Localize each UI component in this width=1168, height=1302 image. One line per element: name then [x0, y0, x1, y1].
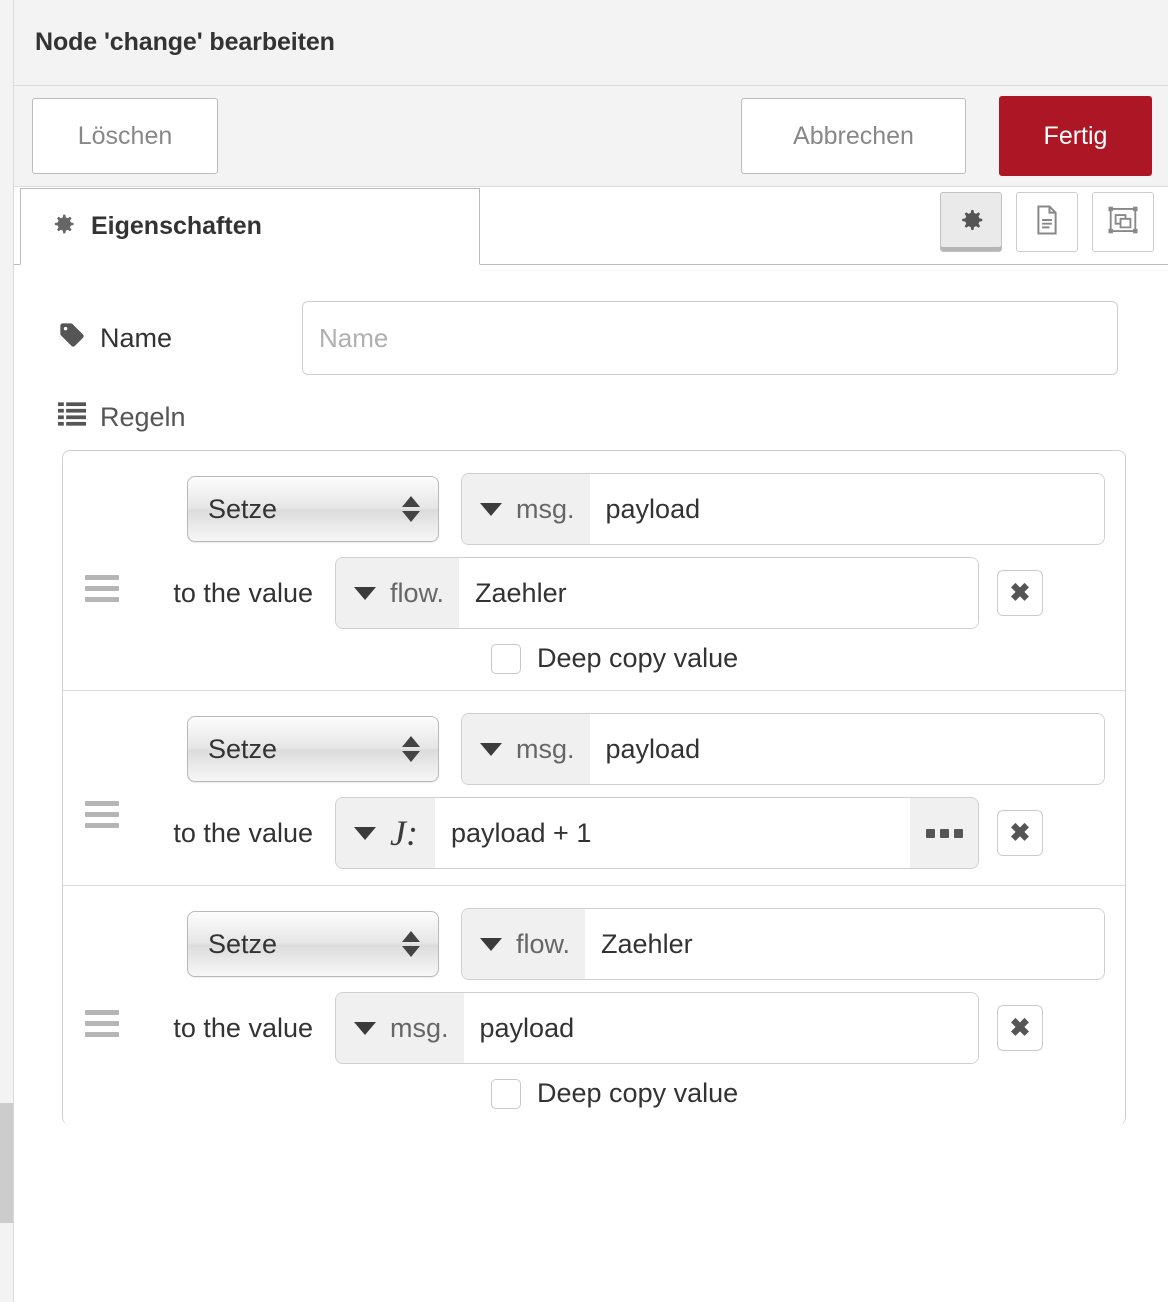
rule-delete-button[interactable]: ✖ [997, 570, 1043, 616]
tab-tool-buttons [940, 192, 1154, 252]
chevron-down-icon [480, 742, 502, 756]
rule-target-prefix: flow. [516, 928, 571, 959]
rule-target-field[interactable]: msg. payload [461, 473, 1105, 545]
stepper-arrows-icon [402, 736, 420, 762]
chevron-down-icon [480, 937, 502, 951]
outer-scrollbar-thumb[interactable] [0, 1103, 13, 1223]
rule-target-type-dropdown[interactable]: msg. [462, 714, 590, 784]
chevron-down-icon [354, 586, 376, 600]
chevron-down-icon [354, 1021, 376, 1035]
deep-copy-label[interactable]: Deep copy value [537, 1078, 738, 1109]
jsonata-icon: J: [390, 813, 418, 853]
appearance-tool-button[interactable] [1092, 192, 1154, 252]
rule-operation-value: Setze [208, 493, 278, 524]
rules-section-label: Regeln [100, 402, 186, 432]
rule-source-value[interactable]: payload [463, 993, 978, 1063]
cancel-button[interactable]: Abbrechen [741, 98, 966, 174]
rule-deep-copy-row: Deep copy value [63, 643, 1125, 674]
appearance-icon [1107, 205, 1139, 240]
deep-copy-checkbox[interactable] [491, 643, 521, 674]
rule-target-prefix: msg. [516, 733, 575, 764]
deep-copy-checkbox[interactable] [491, 1078, 521, 1109]
rule-source-prefix: flow. [390, 577, 445, 608]
done-button[interactable]: Fertig [999, 96, 1152, 176]
outer-scrollbar-track[interactable] [0, 0, 13, 1302]
chevron-down-icon [480, 502, 502, 516]
tab-label: Eigenschaften [91, 212, 262, 240]
rule-delete-button[interactable]: ✖ [997, 810, 1043, 856]
rule-deep-copy-row: Deep copy value [63, 1078, 1125, 1109]
rule-operation-line: Setze msg. payload [63, 473, 1125, 545]
name-input[interactable] [302, 301, 1118, 375]
rule-target-type-dropdown[interactable]: msg. [462, 474, 590, 544]
name-label: Name [100, 322, 173, 353]
gear-icon [956, 205, 986, 240]
rule-row: Setze msg. payload to t [63, 451, 1125, 691]
rule-source-value[interactable]: payload + 1 [434, 798, 910, 868]
rule-target-value[interactable]: payload [589, 474, 1104, 544]
rule-source-field[interactable]: J: payload + 1 [335, 797, 979, 869]
dialog-titlebar: Node 'change' bearbeiten [14, 0, 1168, 86]
tab-properties[interactable]: Eigenschaften [20, 188, 480, 265]
rule-operation-select[interactable]: Setze [187, 911, 439, 977]
dialog-button-bar: Löschen Abbrechen Fertig [14, 86, 1168, 187]
rule-value-line: to the value J: payload + 1 ✖ [63, 797, 1125, 869]
rule-operation-select[interactable]: Setze [187, 716, 439, 782]
rule-delete-button[interactable]: ✖ [997, 1005, 1043, 1051]
chevron-down-icon [354, 826, 376, 840]
properties-tool-button[interactable] [940, 192, 1002, 252]
rule-value-line: to the value flow. Zaehler ✖ [63, 557, 1125, 629]
rule-operation-value: Setze [208, 733, 278, 764]
rule-row: Setze msg. payload to t [63, 691, 1125, 886]
rule-source-prefix: msg. [390, 1012, 449, 1043]
name-label-group: Name [58, 321, 302, 356]
rule-value-line: to the value msg. payload ✖ [63, 992, 1125, 1064]
rule-source-field[interactable]: msg. payload [335, 992, 979, 1064]
rule-target-prefix: msg. [516, 493, 575, 524]
rule-source-type-dropdown[interactable]: msg. [336, 993, 464, 1063]
deep-copy-label[interactable]: Deep copy value [537, 643, 738, 674]
dialog-title: Node 'change' bearbeiten [35, 28, 335, 56]
rule-operation-select[interactable]: Setze [187, 476, 439, 542]
rule-drag-handle[interactable] [85, 575, 119, 602]
rule-target-value[interactable]: payload [589, 714, 1104, 784]
expand-editor-button[interactable] [910, 798, 978, 868]
dialog-content: Name Regeln Setze [14, 265, 1168, 1125]
description-tool-button[interactable] [1016, 192, 1078, 252]
rule-source-type-dropdown[interactable]: flow. [336, 558, 460, 628]
rule-row: Setze flow. Zaehler to the value msg. pa… [63, 886, 1125, 1125]
node-edit-dialog: Node 'change' bearbeiten Löschen Abbrech… [14, 0, 1168, 1302]
stepper-arrows-icon [402, 931, 420, 957]
rule-operation-line: Setze msg. payload [63, 713, 1125, 785]
rule-source-field[interactable]: flow. Zaehler [335, 557, 979, 629]
rule-source-value[interactable]: Zaehler [459, 558, 978, 628]
delete-button[interactable]: Löschen [32, 98, 218, 174]
name-form-row: Name [14, 301, 1168, 375]
rule-operation-line: Setze flow. Zaehler [63, 908, 1125, 980]
tab-strip: Eigenschaften [14, 187, 1168, 265]
rule-drag-handle[interactable] [85, 1010, 119, 1037]
rules-list: Setze msg. payload to the value flow. Za… [62, 450, 1126, 1125]
stepper-arrows-icon [402, 496, 420, 522]
rule-target-field[interactable]: flow. Zaehler [461, 908, 1105, 980]
rule-target-type-dropdown[interactable]: flow. [462, 909, 586, 979]
rule-operation-value: Setze [208, 928, 278, 959]
tag-icon [58, 321, 86, 356]
rules-section-label-group: Regeln [14, 401, 1168, 434]
description-icon [1032, 204, 1062, 241]
gear-icon [49, 210, 77, 243]
rule-drag-handle[interactable] [85, 801, 119, 828]
list-icon [58, 401, 86, 434]
rule-target-value[interactable]: Zaehler [585, 909, 1104, 979]
rule-source-type-dropdown[interactable]: J: [336, 798, 435, 868]
rule-target-field[interactable]: msg. payload [461, 713, 1105, 785]
